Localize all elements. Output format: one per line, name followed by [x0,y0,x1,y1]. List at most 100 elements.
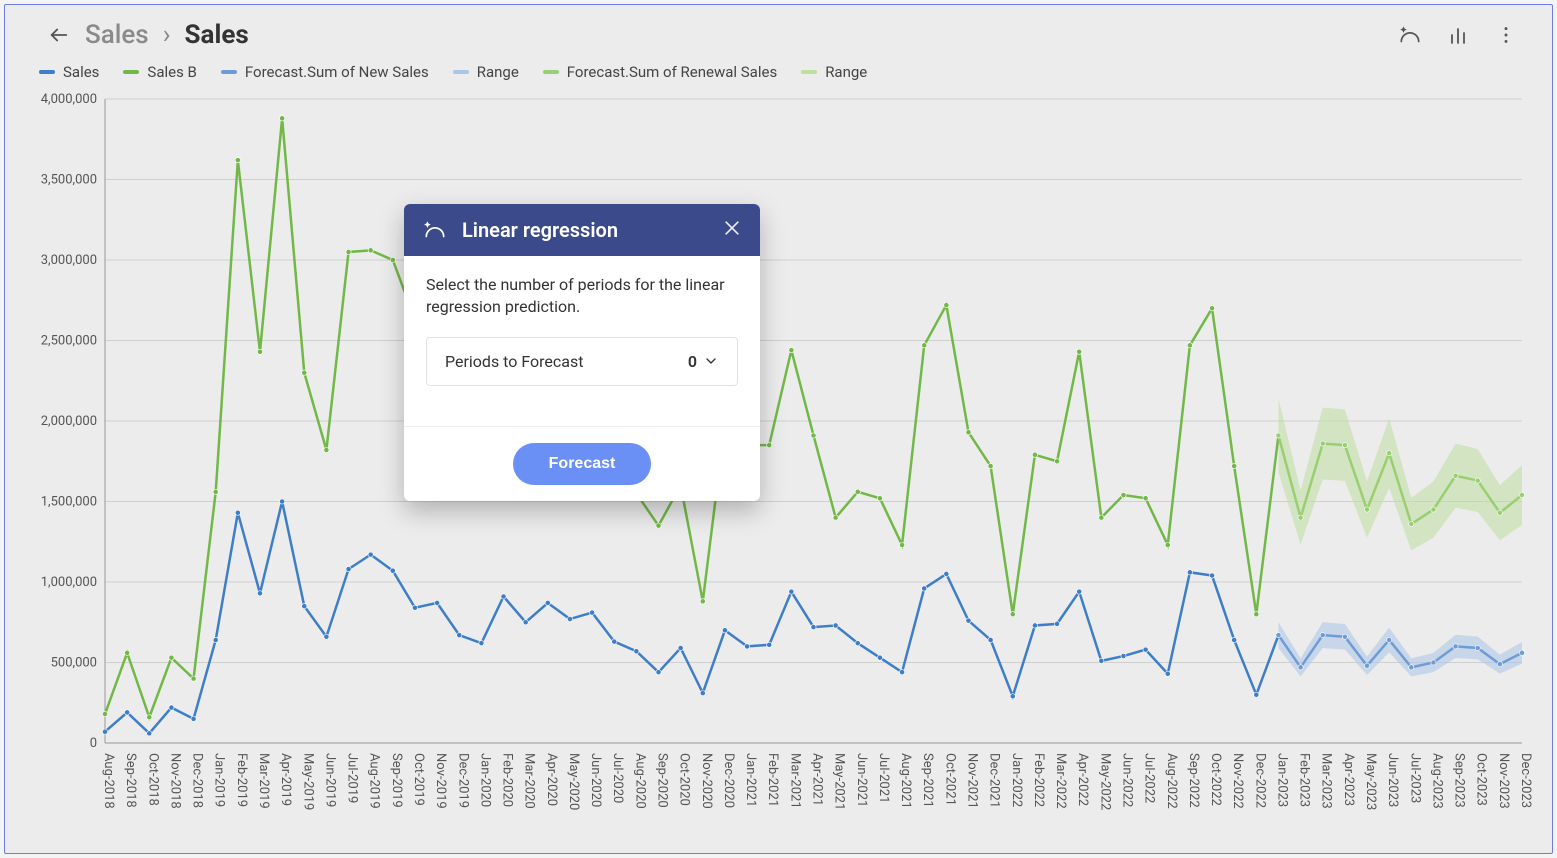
svg-text:Mar-2019: Mar-2019 [256,753,271,809]
svg-text:Nov-2020: Nov-2020 [699,753,714,809]
svg-text:Nov-2021: Nov-2021 [964,753,979,809]
svg-text:Aug-2022: Aug-2022 [1164,753,1179,809]
legend-label: Range [825,63,867,81]
legend-item[interactable]: Range [453,63,519,81]
svg-text:Aug-2019: Aug-2019 [367,753,382,809]
svg-text:500,000: 500,000 [51,656,97,671]
forecast-button[interactable]: Forecast [513,443,652,485]
svg-text:Jul-2020: Jul-2020 [610,753,625,803]
legend-item[interactable]: Forecast.Sum of New Sales [221,63,429,81]
svg-text:Mar-2021: Mar-2021 [787,753,802,809]
svg-text:Apr-2020: Apr-2020 [544,753,559,806]
svg-text:May-2019: May-2019 [300,753,315,810]
svg-text:Jun-2020: Jun-2020 [588,753,603,807]
line-chart: 0500,0001,000,0001,500,0002,000,0002,500… [5,89,1552,853]
svg-text:3,000,000: 3,000,000 [41,253,97,268]
more-menu-button[interactable] [1488,17,1524,53]
dialog-title: Linear regression [462,218,708,242]
legend-item[interactable]: Sales B [123,63,196,81]
svg-text:Mar-2023: Mar-2023 [1319,753,1334,809]
legend-item[interactable]: Forecast.Sum of Renewal Sales [543,63,777,81]
svg-text:Jul-2022: Jul-2022 [1142,753,1157,803]
svg-text:Jul-2023: Jul-2023 [1407,753,1422,803]
svg-text:Feb-2020: Feb-2020 [500,753,515,807]
legend-swatch [221,70,237,74]
legend-label: Forecast.Sum of Renewal Sales [567,63,777,81]
chart-type-button[interactable] [1440,17,1476,53]
dialog-description: Select the number of periods for the lin… [426,274,738,319]
svg-text:Dec-2021: Dec-2021 [987,753,1002,808]
svg-text:Oct-2019: Oct-2019 [411,753,426,806]
bar-chart-icon [1446,23,1470,47]
svg-text:Aug-2020: Aug-2020 [632,753,647,809]
legend-label: Range [477,63,519,81]
svg-text:0: 0 [90,736,97,751]
back-button[interactable] [45,21,73,49]
chevron-down-icon [703,353,719,369]
svg-text:Oct-2018: Oct-2018 [145,753,160,806]
forecast-tool-button[interactable] [1392,17,1428,53]
svg-text:Dec-2023: Dec-2023 [1518,753,1533,808]
svg-text:May-2023: May-2023 [1363,753,1378,810]
svg-text:Sep-2023: Sep-2023 [1452,753,1467,808]
svg-text:Apr-2021: Apr-2021 [810,753,825,806]
svg-text:Dec-2022: Dec-2022 [1252,753,1267,808]
svg-text:Jul-2019: Jul-2019 [345,753,360,803]
breadcrumb-parent[interactable]: Sales [85,20,149,50]
linear-regression-dialog: Linear regression Select the number of p… [404,204,760,501]
svg-text:1,000,000: 1,000,000 [41,575,97,590]
svg-text:Nov-2023: Nov-2023 [1496,753,1511,809]
svg-text:Jan-2019: Jan-2019 [212,753,227,807]
periods-selector[interactable]: Periods to Forecast 0 [426,337,738,386]
svg-text:Jun-2021: Jun-2021 [854,753,869,807]
svg-text:4,000,000: 4,000,000 [41,92,97,107]
svg-text:Nov-2018: Nov-2018 [167,753,182,809]
svg-text:Sep-2020: Sep-2020 [655,753,670,808]
svg-text:Jun-2019: Jun-2019 [322,753,337,807]
svg-text:May-2022: May-2022 [1097,753,1112,810]
legend-item[interactable]: Sales [39,63,99,81]
svg-text:Dec-2019: Dec-2019 [455,753,470,808]
svg-text:Apr-2022: Apr-2022 [1075,753,1090,806]
svg-text:Jul-2021: Jul-2021 [876,753,891,803]
svg-text:2,500,000: 2,500,000 [41,334,97,349]
svg-text:Jan-2020: Jan-2020 [477,753,492,807]
svg-text:May-2021: May-2021 [832,753,847,810]
svg-text:Sep-2021: Sep-2021 [920,753,935,808]
svg-text:Nov-2019: Nov-2019 [433,753,448,809]
legend-label: Forecast.Sum of New Sales [245,63,429,81]
svg-text:2,000,000: 2,000,000 [41,414,97,429]
svg-text:Dec-2018: Dec-2018 [190,753,205,808]
svg-text:Mar-2022: Mar-2022 [1053,753,1068,809]
forecast-icon [1397,22,1423,48]
legend-label: Sales [63,63,99,81]
legend-label: Sales B [147,63,196,81]
legend-swatch [123,70,139,74]
svg-text:Aug-2023: Aug-2023 [1429,753,1444,809]
dialog-close-button[interactable] [722,218,742,243]
svg-text:Nov-2022: Nov-2022 [1230,753,1245,809]
legend-swatch [39,70,55,74]
svg-text:3,500,000: 3,500,000 [41,173,97,188]
legend-item[interactable]: Range [801,63,867,81]
svg-text:Jan-2021: Jan-2021 [743,753,758,807]
svg-text:Oct-2022: Oct-2022 [1208,753,1223,806]
svg-text:Sep-2019: Sep-2019 [389,753,404,808]
svg-text:Aug-2018: Aug-2018 [101,753,116,809]
svg-text:Feb-2023: Feb-2023 [1297,753,1312,807]
svg-text:Apr-2023: Apr-2023 [1341,753,1356,806]
svg-text:Oct-2023: Oct-2023 [1474,753,1489,806]
svg-text:Jan-2022: Jan-2022 [1009,753,1024,807]
legend: Sales Sales B Forecast.Sum of New Sales Ran… [5,59,1552,89]
arrow-left-icon [48,24,70,46]
svg-text:Oct-2021: Oct-2021 [942,753,957,806]
svg-text:Jan-2023: Jan-2023 [1274,753,1289,807]
legend-swatch [453,70,469,74]
close-icon [722,218,742,238]
svg-text:Sep-2022: Sep-2022 [1186,753,1201,808]
svg-text:Jun-2023: Jun-2023 [1385,753,1400,807]
svg-text:Feb-2022: Feb-2022 [1031,753,1046,807]
periods-label: Periods to Forecast [445,352,583,371]
svg-text:Sep-2018: Sep-2018 [123,753,138,808]
svg-text:Oct-2020: Oct-2020 [677,753,692,806]
